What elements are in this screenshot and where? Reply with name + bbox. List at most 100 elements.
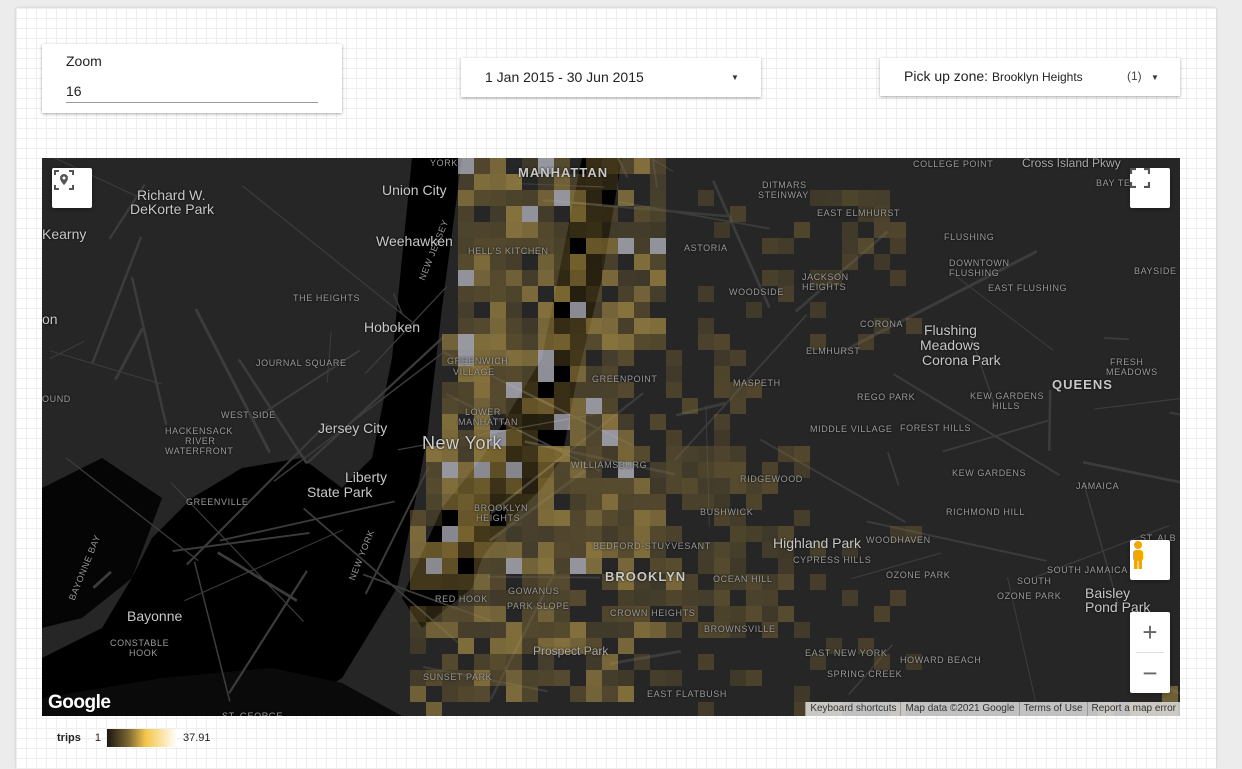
map-place-label: VILLAGE (453, 367, 495, 377)
heat-cell (730, 350, 746, 366)
heat-cell (490, 622, 506, 638)
map-place-label: SOUTH (1017, 576, 1052, 586)
heat-cell (602, 238, 618, 254)
heat-cell (474, 382, 490, 398)
map-place-label: Flushing (924, 322, 977, 338)
heat-cell (458, 254, 474, 270)
map-place-label: Union City (382, 182, 447, 198)
heat-cell (522, 398, 538, 414)
heat-cell (426, 510, 442, 526)
keyboard-shortcuts-link[interactable]: Keyboard shortcuts (805, 702, 901, 716)
map-place-label: DITMARS (762, 180, 807, 190)
heat-cell (442, 574, 458, 590)
map-place-label: Bayonne (127, 608, 183, 624)
heat-cell (458, 382, 474, 398)
heat-cell (522, 190, 538, 206)
heat-cell (410, 542, 426, 558)
heat-cell (586, 270, 602, 286)
heat-cell (778, 558, 794, 574)
heat-cell (602, 686, 618, 702)
date-range-control[interactable]: 1 Jan 2015 - 30 Jun 2015 ▼ (461, 58, 761, 97)
map-place-label: JAMAICA (1076, 481, 1120, 491)
heat-cell (874, 254, 890, 270)
heat-cell (874, 190, 890, 206)
heat-cell (650, 254, 666, 270)
heatmap-map[interactable]: NEW YORK NEW JERSEY OUND on Bayonne Bay EAST … (42, 158, 1180, 716)
heat-cell (810, 574, 826, 590)
heat-cell (522, 350, 538, 366)
zoom-out-button[interactable]: − (1142, 653, 1157, 693)
heat-cell (650, 510, 666, 526)
heat-cell (410, 638, 426, 654)
heat-cell (602, 430, 618, 446)
report-map-error-link[interactable]: Report a map error (1086, 702, 1180, 716)
heat-cell (426, 622, 442, 638)
heat-cell (410, 686, 426, 702)
heat-cell (442, 558, 458, 574)
heat-cell (538, 254, 554, 270)
heat-cell (490, 590, 506, 606)
terms-of-use-link[interactable]: Terms of Use (1018, 702, 1087, 716)
heat-cell (650, 670, 666, 686)
map-place-label: BAY TE (1096, 178, 1131, 188)
heat-cell (570, 398, 586, 414)
heat-cell (442, 526, 458, 542)
heat-cell (522, 414, 538, 430)
heat-cell (842, 222, 858, 238)
heat-cell (650, 238, 666, 254)
heat-cell (538, 478, 554, 494)
heat-cell (810, 302, 826, 318)
heat-cell (490, 158, 506, 174)
pickup-zone-filter[interactable]: Pick up zone: Brooklyn Heights (1) ▼ (880, 58, 1180, 96)
heat-cell (666, 350, 682, 366)
map-place-label: RICHMOND HILL (946, 507, 1025, 517)
heat-cell (458, 462, 474, 478)
heat-cell (474, 158, 490, 174)
locate-button[interactable] (52, 168, 92, 208)
heat-cell (730, 206, 746, 222)
zoom-in-button[interactable]: + (1142, 612, 1157, 652)
heat-cell (442, 398, 458, 414)
heat-cell (506, 318, 522, 334)
pegman-icon (1133, 541, 1143, 569)
fullscreen-button[interactable] (1130, 168, 1170, 208)
heat-cell (618, 334, 634, 350)
heat-cell (458, 686, 474, 702)
heat-cell (586, 494, 602, 510)
heat-cell (538, 350, 554, 366)
heat-cell (426, 478, 442, 494)
heat-cell (666, 478, 682, 494)
map-place-label: MANHATTAN (518, 165, 609, 180)
map-place-label: CORONA (860, 319, 904, 329)
heat-cell (746, 526, 762, 542)
heat-cell (618, 638, 634, 654)
heat-cell (570, 558, 586, 574)
street-view-pegman[interactable] (1130, 540, 1170, 580)
heat-cell (474, 478, 490, 494)
heat-cell (554, 382, 570, 398)
heat-cell (554, 462, 570, 478)
map-place-label: JACKSON (802, 272, 849, 282)
map-place-label: BEDFORD-STUYVESANT (593, 541, 711, 551)
map-place-label: Highland Park (773, 535, 861, 551)
heat-cell (602, 318, 618, 334)
heat-cell (634, 318, 650, 334)
map-place-label: CYPRESS HILLS (793, 555, 872, 565)
zoom-input[interactable] (66, 79, 318, 103)
heat-cell (666, 622, 682, 638)
heat-cell (506, 270, 522, 286)
map-place-label: BROOKLYN (605, 569, 687, 584)
heat-cell (490, 462, 506, 478)
heat-cell (602, 414, 618, 430)
map-place-label: STEINWAY (758, 190, 809, 200)
heat-cell (474, 606, 490, 622)
heat-cell (458, 222, 474, 238)
heat-cell (714, 414, 730, 430)
heat-cell (778, 574, 794, 590)
map-data-text: Map data ©2021 Google (900, 702, 1019, 716)
dropdown-caret-icon: ▼ (1151, 73, 1159, 82)
heat-cell (746, 670, 762, 686)
heat-cell (714, 590, 730, 606)
heat-cell (570, 286, 586, 302)
heat-cell (522, 558, 538, 574)
